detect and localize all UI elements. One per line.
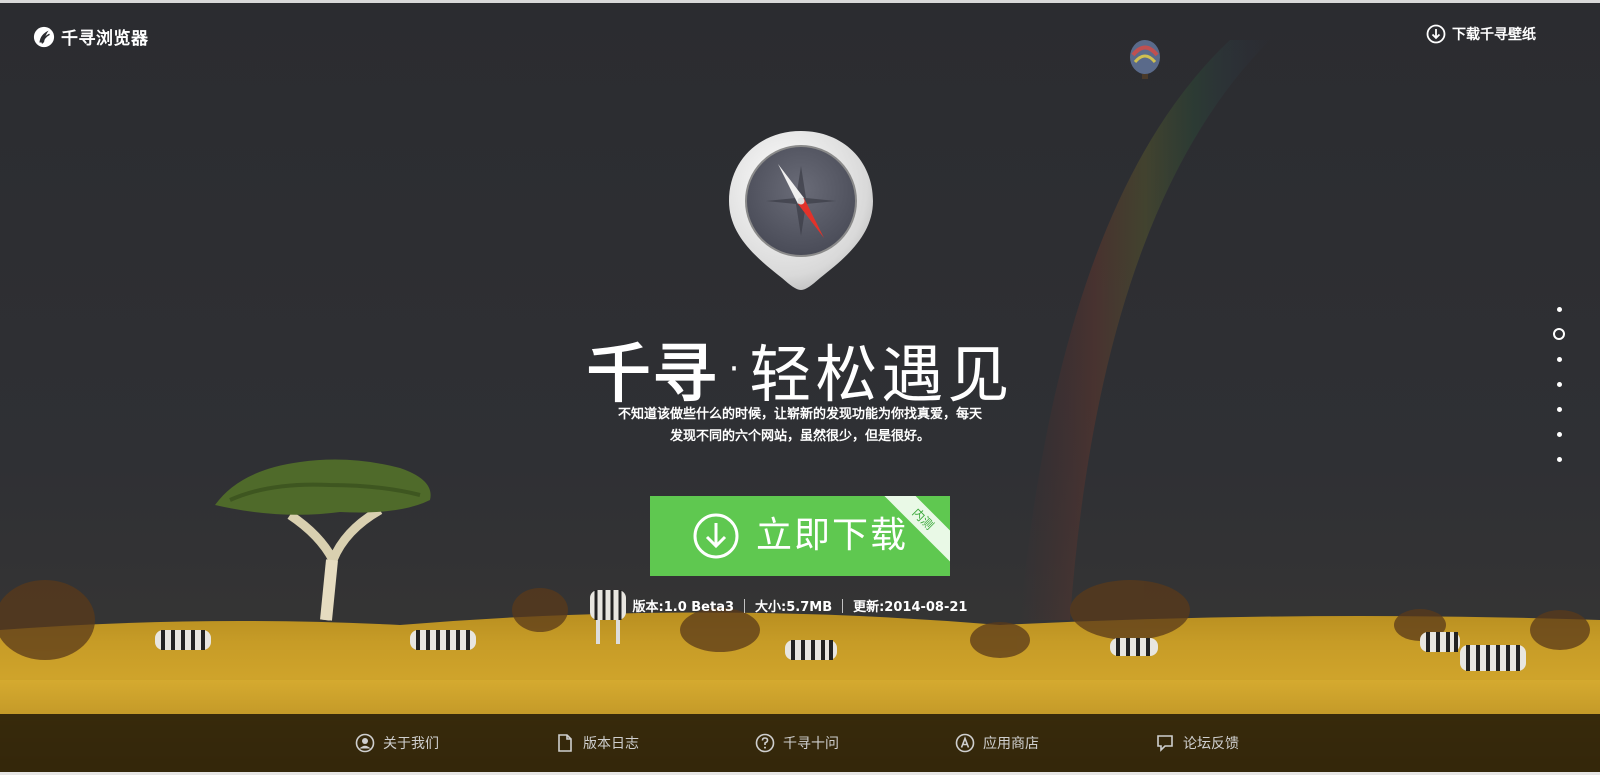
leaf-logo-icon: [33, 26, 55, 47]
page-dot-3[interactable]: [1557, 357, 1562, 362]
comment-icon: [1157, 735, 1173, 752]
question-icon: [755, 733, 775, 753]
footer-about-us[interactable]: 关于我们: [355, 714, 439, 772]
hero-description-line1: 不知道该做些什么的时候，让崭新的发现功能为你找真爱，每天: [617, 407, 982, 422]
download-wallpaper-link[interactable]: 下载千寻壁纸: [1426, 24, 1536, 44]
updated-text: 更新:2014-08-21: [853, 600, 968, 615]
user-icon: [355, 733, 375, 753]
footer-about-us-label: 关于我们: [383, 736, 439, 752]
app-store-icon: [955, 733, 975, 753]
download-wallpaper-label: 下载千寻壁纸: [1452, 27, 1536, 43]
footer-app-store[interactable]: 应用商店: [955, 714, 1039, 772]
hero-slogan: 轻松遇见: [749, 338, 1014, 411]
release-info: 版本:1.0 Beta3 大小:5.7MB 更新:2014-08-21: [0, 596, 1600, 615]
footer-forum-feedback[interactable]: 论坛反馈: [1155, 714, 1239, 772]
hero-description: 不知道该做些什么的时候，让崭新的发现功能为你找真爱，每天 发现不同的六个网站，虽…: [560, 404, 1040, 448]
app-logo[interactable]: 千寻浏览器: [33, 24, 149, 49]
download-arrow-icon: [693, 513, 739, 559]
download-now-button[interactable]: 立即下载 内测: [650, 496, 950, 576]
size-text: 大小:5.7MB: [755, 600, 833, 615]
hero-brand: 千寻: [586, 338, 719, 412]
compass-app-icon: [729, 131, 873, 290]
footer-faq[interactable]: 千寻十问: [755, 714, 839, 772]
footer-bar: 关于我们 版本日志 千寻十问 应用商店 论坛反馈: [0, 714, 1600, 772]
footer-faq-label: 千寻十问: [783, 736, 839, 752]
app-name: 千寻浏览器: [61, 29, 149, 49]
download-now-label: 立即下载: [756, 515, 909, 556]
top-border: [0, 0, 1600, 3]
hero-headline: 千寻 · 轻松遇见: [0, 323, 1600, 415]
footer-changelog[interactable]: 版本日志: [555, 714, 639, 772]
footer-app-store-label: 应用商店: [983, 736, 1039, 752]
document-icon: [558, 734, 572, 752]
version-text: 版本:1.0 Beta3: [632, 600, 735, 615]
page-dot-4[interactable]: [1557, 382, 1562, 387]
page: 千寻浏览器 下载千寻壁纸 千寻 · 轻松遇见 不知道该做些什么的时候，让崭新的发…: [0, 0, 1600, 775]
page-dot-1[interactable]: [1557, 307, 1562, 312]
download-circle-icon: [1426, 24, 1446, 44]
page-dot-6[interactable]: [1557, 432, 1562, 437]
page-dot-7[interactable]: [1557, 457, 1562, 462]
hero-separator: ·: [728, 349, 740, 389]
divider: [842, 598, 844, 613]
hero-description-line2: 发现不同的六个网站，虽然很少，但是很好。: [669, 429, 930, 444]
footer-forum-feedback-label: 论坛反馈: [1183, 736, 1239, 752]
page-dot-2-active[interactable]: [1553, 328, 1565, 340]
footer-changelog-label: 版本日志: [583, 736, 639, 752]
page-dot-5[interactable]: [1557, 407, 1562, 412]
divider: [744, 598, 746, 613]
